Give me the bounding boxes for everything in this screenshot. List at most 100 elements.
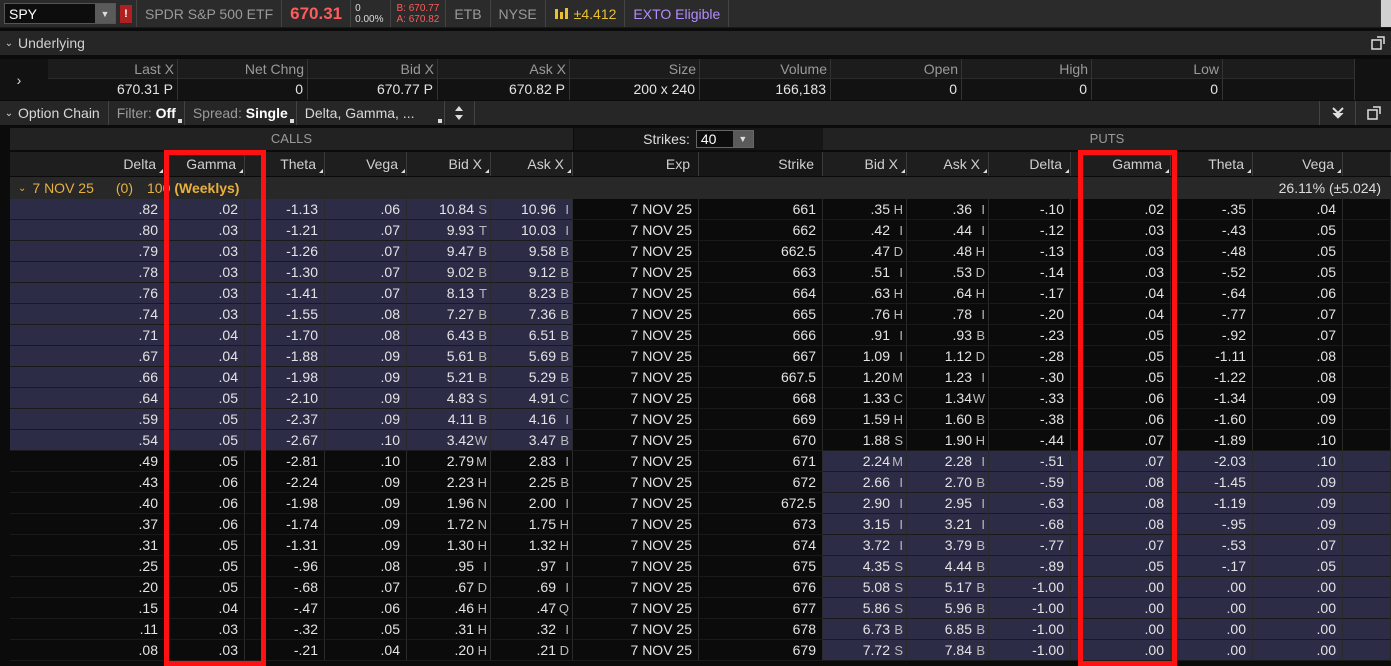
option-row[interactable]: .59 .05 -2.37 .09 4.11 B 4.16 I 7 NOV 25 669 1.59 H…: [10, 409, 1391, 430]
option-row[interactable]: .25 .05 -.96 .08 .95 I .97 I 7 NOV 25 675 4.35 S 4.4…: [10, 556, 1391, 577]
up-down-arrows-icon[interactable]: [454, 105, 464, 121]
cell-p-bid[interactable]: 1.88 S: [823, 430, 907, 451]
cell-c-ask[interactable]: .97 I: [491, 556, 573, 577]
cell-c-ask[interactable]: 1.32 H: [491, 535, 573, 556]
symbol-input[interactable]: SPY: [9, 6, 37, 22]
cell-c-bid[interactable]: .31 H: [407, 619, 491, 640]
cell-c-bid[interactable]: 9.47 B: [407, 241, 491, 262]
cell-p-bid[interactable]: .76 H: [823, 304, 907, 325]
cell-p-ask[interactable]: .44 I: [907, 220, 989, 241]
column-header-p-ask[interactable]: Ask X: [907, 152, 989, 176]
layout-stepper[interactable]: [445, 101, 475, 125]
cell-c-ask[interactable]: 10.03 I: [491, 220, 573, 241]
und-header-ask[interactable]: Ask X: [438, 59, 569, 79]
und-header-bid[interactable]: Bid X: [308, 59, 437, 79]
cell-p-bid[interactable]: 3.15 I: [823, 514, 907, 535]
option-row[interactable]: .31.05 -1.31.09 1.30 H 1.32 H 7 NOV 25 674 3.72 I…: [10, 535, 1391, 556]
option-row[interactable]: .76.03 -1.41.07 8.13 T 8.23 B 7 NOV 25 664.63 H.…: [10, 283, 1391, 304]
chevron-down-icon[interactable]: ▼: [95, 4, 115, 23]
und-header-high[interactable]: High: [962, 59, 1091, 79]
column-header-c-ask[interactable]: Ask X: [491, 152, 573, 176]
cell-p-ask[interactable]: 5.17 B: [907, 577, 989, 598]
option-row[interactable]: .79 .03 -1.26 .07 9.47 B 9.58 B 7 NOV 25 662.5 .47…: [10, 241, 1391, 262]
popout-icon[interactable]: [1371, 36, 1385, 50]
cell-p-ask[interactable]: .53 D: [907, 262, 989, 283]
column-header-exp[interactable]: Exp: [573, 152, 699, 176]
cell-c-bid[interactable]: 7.27 B: [407, 304, 491, 325]
cell-c-bid[interactable]: .67 D: [407, 577, 491, 598]
cell-c-bid[interactable]: .20 H: [407, 640, 491, 661]
cell-p-ask[interactable]: 4.44 B: [907, 556, 989, 577]
cell-c-ask[interactable]: .21 D: [491, 640, 573, 661]
alert-badge[interactable]: !: [120, 5, 132, 23]
chevron-down-icon[interactable]: ▼: [732, 131, 753, 147]
und-header-size[interactable]: Size: [570, 59, 699, 79]
cell-p-ask[interactable]: 2.95 I: [907, 493, 989, 514]
option-row[interactable]: .78 .03 -1.30 .07 9.02 B 9.12 B 7 NOV 25 663 .51 I.…: [10, 262, 1391, 283]
option-chain-toggle[interactable]: ⌄ Option Chain: [0, 101, 109, 125]
underlying-section-header[interactable]: ⌄ Underlying: [0, 31, 1391, 55]
cell-p-bid[interactable]: 2.24 M: [823, 451, 907, 472]
symbol-selector[interactable]: SPY ▼: [4, 3, 116, 24]
option-row[interactable]: .54 .05 -2.67 .10 3.42 W 3.47 B 7 NOV 25 670 1.88 S…: [10, 430, 1391, 451]
cell-c-ask[interactable]: .32 I: [491, 619, 573, 640]
cell-c-ask[interactable]: 5.69 B: [491, 346, 573, 367]
column-header-c-theta[interactable]: Theta: [245, 152, 325, 176]
und-header-open[interactable]: Open: [831, 59, 961, 79]
option-row[interactable]: .66 .04 -1.98 .09 5.21 B 5.29 B 7 NOV 25 667.5 1.2…: [10, 367, 1391, 388]
cell-c-ask[interactable]: 1.75 H: [491, 514, 573, 535]
cell-p-bid[interactable]: .42 I: [823, 220, 907, 241]
option-row[interactable]: .40 .06 -1.98 .09 1.96 N 2.00 I 7 NOV 25 672.5 2.9…: [10, 493, 1391, 514]
cell-p-ask[interactable]: 1.12 D: [907, 346, 989, 367]
cell-p-bid[interactable]: 4.35 S: [823, 556, 907, 577]
cell-p-bid[interactable]: 5.86 S: [823, 598, 907, 619]
strikes-dropdown[interactable]: 40 ▼: [695, 130, 754, 148]
filter-control[interactable]: Filter: Off: [109, 101, 185, 125]
cell-p-ask[interactable]: 3.21 I: [907, 514, 989, 535]
option-row[interactable]: .64.05 -2.10.09 4.83 S 4.91 C 7 NOV 25 668 1.33 C…: [10, 388, 1391, 409]
cell-p-ask[interactable]: .48 H: [907, 241, 989, 262]
cell-p-bid[interactable]: .35 H: [823, 199, 907, 220]
series-row[interactable]: ⌄ 7 NOV 25 (0) 100 (Weeklys) 26.11% (±5.…: [10, 177, 1391, 199]
cell-c-ask[interactable]: 6.51 B: [491, 325, 573, 346]
cell-p-bid[interactable]: 1.09 I: [823, 346, 907, 367]
chevron-right-icon[interactable]: ›: [0, 59, 38, 100]
cell-p-ask[interactable]: .36 I: [907, 199, 989, 220]
cell-c-bid[interactable]: 1.72 N: [407, 514, 491, 535]
cell-p-bid[interactable]: 7.72 S: [823, 640, 907, 661]
popout-button[interactable]: [1355, 101, 1391, 125]
option-row[interactable]: .49.05 -2.81.10 2.79 M 2.83 I 7 NOV 25 671 2.24 M…: [10, 451, 1391, 472]
cell-c-bid[interactable]: 6.43 B: [407, 325, 491, 346]
cell-c-ask[interactable]: 4.16 I: [491, 409, 573, 430]
spread-control[interactable]: Spread: Single: [185, 101, 297, 125]
chevron-down-icon[interactable]: ⌄: [0, 108, 18, 119]
und-header-volume[interactable]: Volume: [700, 59, 830, 79]
cell-c-bid[interactable]: 1.96 N: [407, 493, 491, 514]
cell-c-bid[interactable]: 10.84 S: [407, 199, 491, 220]
cell-c-ask[interactable]: 7.36 B: [491, 304, 573, 325]
cell-p-ask[interactable]: 3.79 B: [907, 535, 989, 556]
market-maker-move[interactable]: ±4.412: [546, 0, 626, 27]
cell-p-ask[interactable]: 1.60 B: [907, 409, 989, 430]
cell-p-ask[interactable]: 7.84 B: [907, 640, 989, 661]
cell-c-bid[interactable]: 2.79 M: [407, 451, 491, 472]
cell-c-bid[interactable]: 3.42 W: [407, 430, 491, 451]
column-header-strike[interactable]: Strike: [699, 152, 823, 176]
cell-p-bid[interactable]: 1.33 C: [823, 388, 907, 409]
cell-c-bid[interactable]: 9.02 B: [407, 262, 491, 283]
cell-p-ask[interactable]: .78 I: [907, 304, 989, 325]
cell-p-bid[interactable]: 1.59 H: [823, 409, 907, 430]
cell-c-bid[interactable]: 5.21 B: [407, 367, 491, 388]
strikes-control[interactable]: Strikes: 40 ▼: [574, 128, 823, 150]
cell-c-bid[interactable]: 2.23 H: [407, 472, 491, 493]
cell-p-ask[interactable]: 1.34 W: [907, 388, 989, 409]
cell-c-ask[interactable]: .69 I: [491, 577, 573, 598]
column-header-p-vega[interactable]: Vega: [1253, 152, 1343, 176]
cell-p-ask[interactable]: 2.28 I: [907, 451, 989, 472]
cell-c-ask[interactable]: 2.00 I: [491, 493, 573, 514]
column-header-p-gamma[interactable]: Gamma: [1071, 152, 1171, 176]
option-row[interactable]: .80 .03 -1.21 .07 9.93 T 10.03 I 7 NOV 25 662 .42 I…: [10, 220, 1391, 241]
cell-c-bid[interactable]: 5.61 B: [407, 346, 491, 367]
cell-p-bid[interactable]: 6.73 B: [823, 619, 907, 640]
column-header-p-theta[interactable]: Theta: [1171, 152, 1253, 176]
